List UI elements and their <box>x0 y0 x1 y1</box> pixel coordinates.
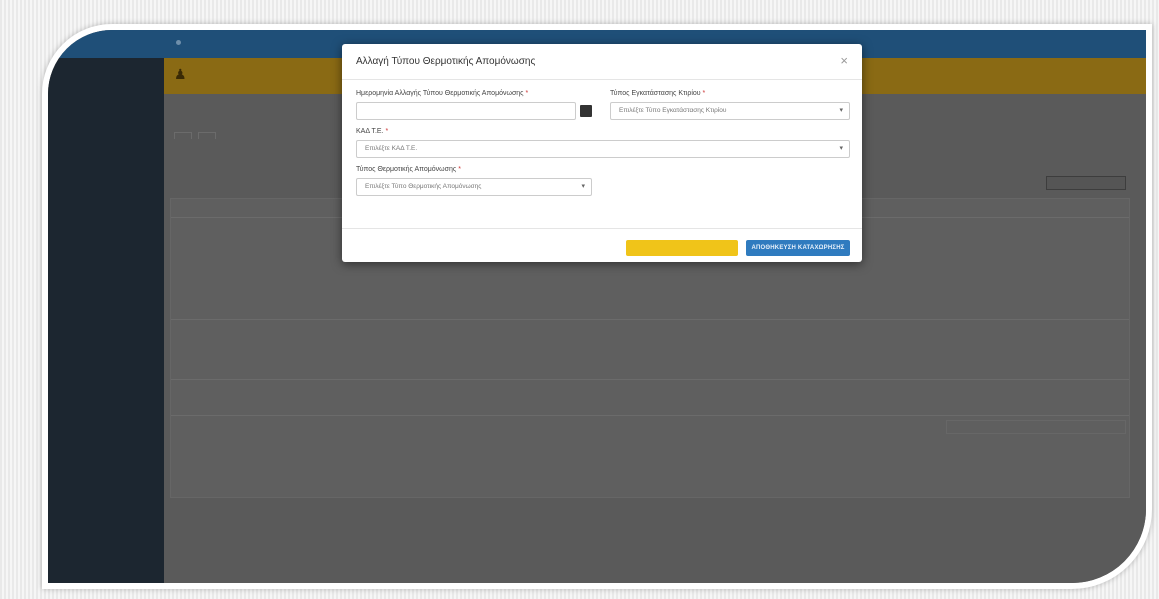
modal-footer-divider <box>342 228 862 229</box>
required-mark: * <box>458 166 461 173</box>
kad-label: ΚΑΔ Τ.Ε. * <box>356 128 388 135</box>
installation-type-value: Επιλέξτε Τύπο Εγκατάστασης Κτιρίου <box>619 107 727 114</box>
isolation-type-label: Τύπος Θερμοτικής Απομόνωσης * <box>356 166 461 173</box>
date-label: Ημερομηνία Αλλαγής Τύπου Θερμοτικής Απομ… <box>356 90 528 97</box>
required-mark: * <box>525 90 529 97</box>
chevron-down-icon: ▾ <box>581 183 585 190</box>
chevron-down-icon: ▾ <box>839 145 843 152</box>
installation-type-label: Τύπος Εγκατάστασης Κτιρίου * <box>610 90 705 97</box>
cancel-button[interactable] <box>626 240 738 256</box>
close-icon[interactable]: × <box>840 53 848 68</box>
isolation-type-value: Επιλέξτε Τύπο Θερμοτικής Απομόνωσης <box>365 183 482 190</box>
kad-select[interactable]: Επιλέξτε ΚΑΔ Τ.Ε. ▾ <box>356 140 850 158</box>
modal-title: Αλλαγή Τύπου Θερμοτικής Απομόνωσης <box>356 56 536 67</box>
installation-type-label-text: Τύπος Εγκατάστασης Κτιρίου <box>610 90 701 97</box>
date-label-text: Ημερομηνία Αλλαγής Τύπου Θερμοτικής Απομ… <box>356 90 524 97</box>
app-screen: ♟ Αλλαγή Τύπου Θερμοτικής Απομόνωσης × Η… <box>42 24 1152 589</box>
kad-value: Επιλέξτε ΚΑΔ Τ.Ε. <box>365 145 418 152</box>
date-field[interactable] <box>356 102 576 120</box>
change-isolation-type-modal: Αλλαγή Τύπου Θερμοτικής Απομόνωσης × Ημε… <box>342 44 862 262</box>
kad-label-text: ΚΑΔ Τ.Ε. <box>356 128 384 135</box>
date-input[interactable] <box>365 107 567 114</box>
calendar-icon[interactable] <box>580 105 592 117</box>
chevron-down-icon: ▾ <box>839 107 843 114</box>
isolation-type-label-text: Τύπος Θερμοτικής Απομόνωσης <box>356 166 457 173</box>
save-button[interactable]: ΑΠΟΘΗΚΕΥΣΗ ΚΑΤΑΧΩΡΗΣΗΣ <box>746 240 850 256</box>
modal-header: Αλλαγή Τύπου Θερμοτικής Απομόνωσης × <box>342 44 862 80</box>
required-mark: * <box>702 90 706 97</box>
required-mark: * <box>385 128 389 135</box>
isolation-type-select[interactable]: Επιλέξτε Τύπο Θερμοτικής Απομόνωσης ▾ <box>356 178 592 196</box>
installation-type-select[interactable]: Επιλέξτε Τύπο Εγκατάστασης Κτιρίου ▾ <box>610 102 850 120</box>
